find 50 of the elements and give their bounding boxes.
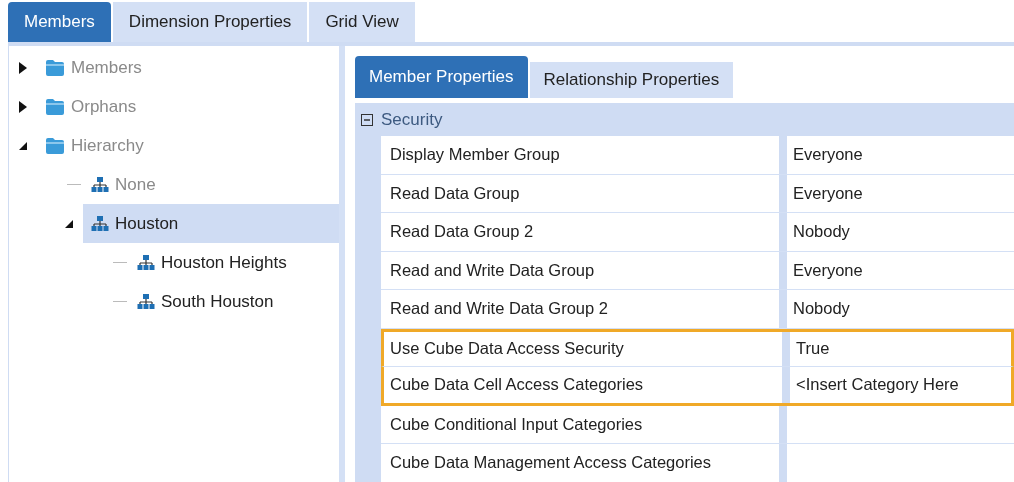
- tree-item[interactable]: None: [83, 165, 339, 204]
- property-name: Display Member Group: [381, 136, 779, 174]
- property-value[interactable]: Everyone: [787, 174, 1014, 212]
- property-row[interactable]: Display Member Group Everyone: [381, 136, 1014, 175]
- tab[interactable]: Dimension Properties: [112, 2, 308, 42]
- property-row[interactable]: Cube Data Management Access Categories: [381, 444, 1014, 482]
- expand-arrow-icon[interactable]: [19, 61, 27, 74]
- property-row[interactable]: Cube Conditional Input Categories: [381, 405, 1014, 444]
- hierarchy-icon: [137, 292, 155, 311]
- tree-item[interactable]: Hierarchy: [37, 126, 339, 165]
- tab[interactable]: Members: [8, 2, 111, 42]
- property-row[interactable]: Read and Write Data Group 2 Nobody: [381, 290, 1014, 329]
- category-label[interactable]: Security: [381, 106, 443, 133]
- tab[interactable]: Member Properties: [355, 56, 528, 98]
- property-value[interactable]: <Insert Category Here: [790, 367, 1011, 403]
- collapse-arrow-icon[interactable]: [65, 219, 73, 228]
- tree-item[interactable]: South Houston: [129, 282, 339, 321]
- property-name: Read Data Group 2: [381, 213, 779, 251]
- folder-icon: [45, 97, 65, 116]
- property-name: Use Cube Data Access Security: [384, 331, 782, 366]
- hierarchy-icon: [91, 175, 109, 194]
- hierarchy-icon: [137, 253, 155, 272]
- property-row[interactable]: Read Data Group Everyone: [381, 174, 1014, 213]
- property-name: Cube Data Management Access Categories: [381, 444, 779, 482]
- tab[interactable]: Grid View: [309, 2, 415, 42]
- property-name: Cube Conditional Input Categories: [381, 405, 779, 443]
- property-value[interactable]: Nobody: [787, 213, 1014, 251]
- property-name: Read Data Group: [381, 174, 779, 212]
- property-value[interactable]: True: [790, 331, 1011, 366]
- expand-arrow-icon[interactable]: [19, 100, 27, 113]
- tree-item[interactable]: Houston Heights: [129, 243, 339, 282]
- folder-icon: [45, 136, 65, 155]
- highlighted-property-row[interactable]: Cube Data Cell Access Categories <Insert Category Here: [381, 367, 1014, 406]
- property-value[interactable]: Nobody: [787, 290, 1014, 328]
- property-value[interactable]: Everyone: [787, 136, 1014, 174]
- tree-item[interactable]: Members: [37, 48, 339, 87]
- property-row[interactable]: Read Data Group 2 Nobody: [381, 213, 1014, 252]
- folder-icon: [45, 58, 65, 77]
- property-value[interactable]: Everyone: [787, 251, 1014, 289]
- hierarchy-icon: [91, 214, 109, 233]
- tree-item[interactable]: Houston: [83, 204, 339, 243]
- highlighted-property-row[interactable]: Use Cube Data Access Security True: [381, 328, 1014, 367]
- property-name: Read and Write Data Group 2: [381, 290, 779, 328]
- collapse-icon[interactable]: [361, 113, 373, 126]
- tab[interactable]: Relationship Properties: [529, 62, 734, 98]
- property-row[interactable]: Read and Write Data Group Everyone: [381, 251, 1014, 290]
- property-name: Read and Write Data Group: [381, 251, 779, 289]
- tree-item[interactable]: Orphans: [37, 87, 339, 126]
- property-name: Cube Data Cell Access Categories: [384, 367, 782, 403]
- collapse-arrow-icon[interactable]: [19, 141, 27, 150]
